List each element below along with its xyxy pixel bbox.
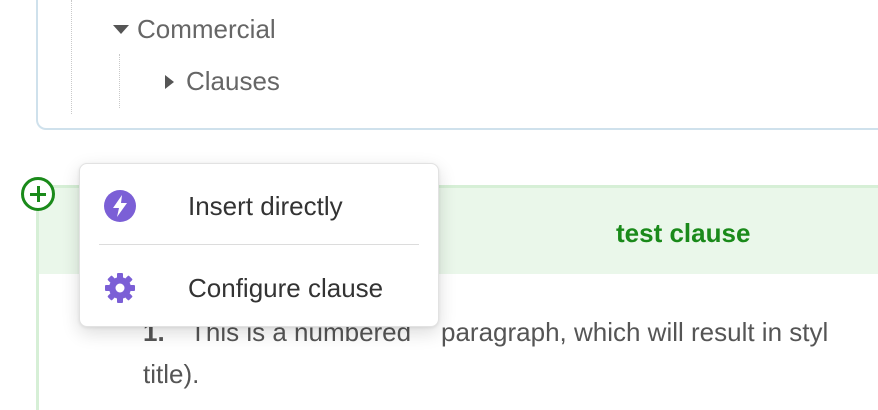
tree-guide-line	[71, 0, 72, 114]
tree-item-clauses[interactable]: Clauses	[165, 66, 280, 97]
paragraph-text-line2: title).	[143, 359, 200, 389]
menu-item-label: Configure clause	[188, 272, 384, 303]
clause-title: test clause	[616, 218, 751, 248]
paragraph-text: paragraph, which will result in styl	[441, 317, 829, 347]
caret-right-icon[interactable]	[165, 74, 174, 89]
insert-directly-menu-item[interactable]: Insert directly	[80, 166, 440, 246]
lightning-icon	[102, 188, 138, 224]
insert-options-menu: Insert directly Configure clause	[79, 163, 439, 327]
tree-item-label: Commercial	[137, 14, 276, 44]
menu-item-label: Insert directly	[188, 190, 343, 221]
add-clause-icon[interactable]	[21, 177, 55, 211]
tree-item-label: Clauses	[186, 66, 280, 96]
tree-item-commercial[interactable]: Commercial	[113, 14, 276, 45]
menu-divider	[99, 244, 419, 245]
tree-guide-line	[119, 54, 120, 108]
configure-clause-menu-item[interactable]: Configure clause	[80, 248, 440, 328]
gear-icon	[102, 270, 138, 306]
caret-down-icon[interactable]	[113, 25, 129, 34]
